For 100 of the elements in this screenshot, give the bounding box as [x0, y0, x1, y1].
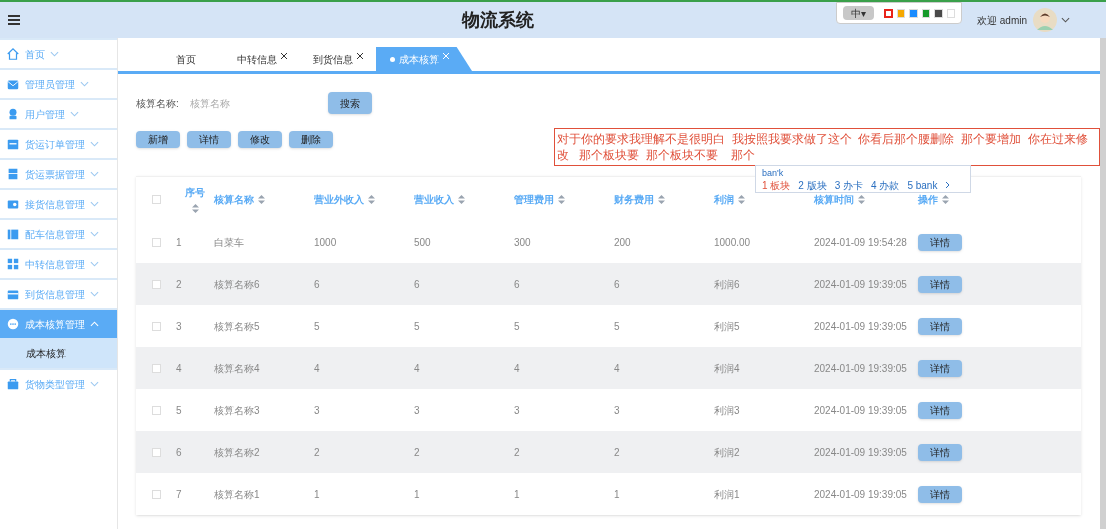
table-cell: 2024-01-09 19:39:05 [814, 362, 907, 374]
chevron-down-icon [50, 51, 59, 57]
search-button[interactable]: 搜索 [328, 92, 372, 114]
table-cell: 4 [414, 362, 420, 374]
detail-button[interactable]: 详情 [918, 359, 962, 377]
table-cell: 6 [314, 278, 320, 290]
table-cell: 1000.00 [714, 236, 751, 248]
table-cell: 500 [414, 236, 431, 248]
action-button[interactable]: 新增 [136, 131, 180, 148]
ime-candidate[interactable]: 2 版块 [798, 178, 827, 192]
search-field[interactable]: 核算名称 [188, 95, 312, 111]
close-icon[interactable] [357, 53, 363, 59]
table-cell: 4 [514, 362, 520, 374]
table-cell: 1 [314, 488, 320, 500]
row-checkbox[interactable] [151, 363, 161, 373]
table-cell: 2 [314, 446, 320, 458]
table-cell: 3 [176, 320, 182, 332]
table-cell: 3 [614, 404, 620, 416]
ime-mode-button[interactable]: 中▾ [843, 6, 875, 20]
table-cell: 3 [314, 404, 320, 416]
chevron-down-icon [90, 141, 99, 147]
table-cell: 1 [414, 488, 420, 500]
table-cell: 4 [314, 362, 320, 374]
ime-candidate[interactable]: 5 bank [907, 178, 938, 192]
table-cell: 6 [514, 278, 520, 290]
tab[interactable]: 首页 [148, 47, 224, 71]
table-cell: 2024-01-09 19:39:05 [814, 446, 907, 458]
table-cell: 核算名称2 [214, 446, 260, 458]
column-header: 序号 [185, 186, 205, 200]
table-cell: 2024-01-09 19:54:28 [814, 236, 907, 248]
table-cell: 1 [514, 488, 520, 500]
detail-button[interactable]: 详情 [918, 401, 962, 419]
submenu-item[interactable]: 成本核算 [0, 338, 117, 368]
table-cell: 6 [614, 278, 620, 290]
search-label: 核算名称: [136, 96, 180, 111]
sort-icon[interactable] [191, 204, 199, 213]
table-cell: 5 [614, 320, 620, 332]
tab[interactable]: 到货信息 [300, 47, 376, 71]
column-header: 营业收入 [414, 192, 454, 207]
sort-icon[interactable] [458, 194, 465, 204]
sort-icon[interactable] [942, 194, 949, 204]
chevron-down-icon [90, 381, 99, 387]
table-cell: 7 [176, 488, 182, 500]
sort-icon[interactable] [658, 194, 665, 204]
detail-button[interactable]: 详情 [918, 443, 962, 461]
table-cell: 2024-01-09 19:39:05 [814, 320, 907, 332]
detail-button[interactable]: 详情 [918, 275, 962, 293]
row-checkbox[interactable] [151, 237, 161, 247]
row-checkbox[interactable] [151, 321, 161, 331]
action-button[interactable]: 修改 [238, 131, 282, 148]
ime-candidate[interactable]: 3 办卡 [834, 178, 864, 192]
action-button[interactable]: 删除 [289, 131, 333, 148]
chevron-down-icon [90, 291, 99, 297]
table-cell: 3 [414, 404, 420, 416]
table-cell: 核算名称5 [214, 320, 260, 332]
next-page-icon[interactable] [945, 181, 951, 189]
table-cell: 6 [176, 446, 182, 458]
action-button[interactable]: 详情 [187, 131, 231, 148]
tab[interactable]: 中转信息 [224, 47, 300, 71]
table-cell: 白菜车 [214, 236, 244, 248]
row-checkbox[interactable] [151, 489, 161, 499]
table-cell: 利润4 [714, 362, 740, 374]
welcome-text: 欢迎 admin [977, 13, 1027, 28]
table-cell: 2 [414, 446, 420, 458]
table-cell: 2024-01-09 19:39:05 [814, 404, 907, 416]
table-cell: 5 [176, 404, 182, 416]
sort-icon[interactable] [738, 194, 745, 204]
table-cell: 4 [176, 362, 182, 374]
close-icon[interactable] [281, 53, 287, 59]
detail-button[interactable]: 详情 [918, 233, 962, 251]
table-cell: 利润6 [714, 278, 740, 290]
row-checkbox[interactable] [151, 279, 161, 289]
table-cell: 2 [176, 278, 182, 290]
table-cell: 4 [614, 362, 620, 374]
chevron-down-icon [90, 261, 99, 267]
table-cell: 利润1 [714, 488, 740, 500]
ime-candidate[interactable]: 4 办款 [871, 178, 900, 192]
ime-input-text: ban'k [762, 166, 785, 179]
avatar[interactable] [1033, 8, 1057, 32]
table-cell: 2024-01-09 19:39:05 [814, 278, 907, 290]
row-checkbox[interactable] [151, 447, 161, 457]
table-cell: 5 [514, 320, 520, 332]
detail-button[interactable]: 详情 [918, 317, 962, 335]
ime-candidate[interactable]: 1 板块 [762, 178, 791, 192]
app-title: 物流系统 [462, 8, 535, 32]
color-swatch[interactable] [884, 8, 893, 18]
table-cell: 6 [414, 278, 420, 290]
table-cell: 1000 [314, 236, 337, 248]
table-cell: 核算名称4 [214, 362, 260, 374]
sort-icon[interactable] [368, 194, 375, 204]
sort-icon[interactable] [258, 194, 265, 204]
detail-button[interactable]: 详情 [918, 485, 962, 503]
row-checkbox[interactable] [151, 405, 161, 415]
column-header: 管理费用 [514, 192, 554, 207]
column-header: 财务费用 [614, 192, 654, 207]
select-all-checkbox[interactable] [151, 194, 161, 204]
table-cell: 300 [514, 236, 531, 248]
sort-icon[interactable] [558, 194, 565, 204]
sort-icon[interactable] [858, 194, 865, 204]
table-cell: 核算名称6 [214, 278, 260, 290]
